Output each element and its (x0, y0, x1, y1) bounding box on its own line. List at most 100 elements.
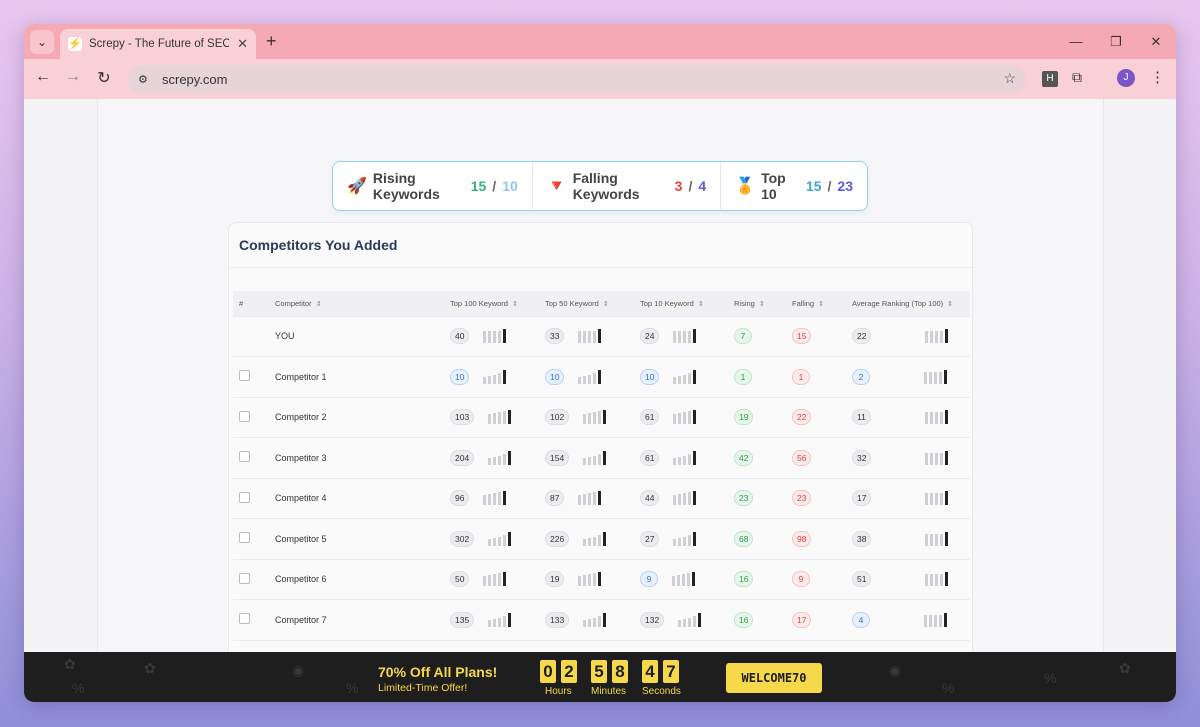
back-icon[interactable]: ← (32, 68, 54, 86)
profile-avatar[interactable]: J (1117, 69, 1135, 87)
trend-bar (588, 537, 592, 546)
trend-bar (693, 369, 697, 384)
rocket-icon: 🚀 (347, 178, 367, 195)
cell-rising: 105 (728, 639, 786, 652)
cell-falling: 17 (786, 599, 846, 640)
cell-checkbox (233, 437, 269, 478)
table-row[interactable]: Competitor 3 204 154 61 42 56 32 (233, 437, 970, 478)
table-row[interactable]: Competitor 1 10 10 10 1 1 2 (233, 356, 970, 397)
column-header[interactable]: Falling ⇕ (786, 291, 846, 316)
falling-value-badge: 9 (792, 571, 810, 588)
trend-bar (593, 492, 597, 506)
trend-bar (925, 574, 929, 587)
cell-content: 17 (792, 611, 846, 628)
cell-content: 204 (450, 449, 539, 466)
sort-icon[interactable]: ⇕ (316, 301, 322, 308)
row-checkbox[interactable] (239, 532, 250, 544)
falling-keywords-total: 4 (698, 178, 707, 194)
trend-bar (688, 372, 692, 384)
t100-value-badge: 50 (450, 571, 470, 588)
cell-t100: 135 (444, 599, 539, 640)
bookmark-star-icon[interactable]: ☆ (1003, 70, 1016, 87)
top10-separator: / (827, 178, 832, 194)
address-bar[interactable]: ⚙ screpy.com ☆ (128, 65, 1026, 93)
sort-icon[interactable]: ⇕ (512, 301, 518, 308)
cell-avg: 32 (846, 437, 970, 478)
row-checkbox[interactable] (239, 613, 250, 625)
trend-bar (678, 375, 682, 384)
trend-bar (945, 572, 949, 587)
new-tab-icon[interactable]: + (266, 31, 277, 52)
table-row[interactable]: Competitor 6 50 19 9 16 9 51 (233, 558, 970, 600)
trend-sparkline (673, 369, 697, 384)
site-settings-icon[interactable]: ⚙ (138, 73, 156, 86)
cell-t10: 61 (634, 437, 728, 478)
trend-sparkline (673, 531, 697, 546)
forward-icon[interactable]: → (62, 68, 84, 86)
browser-menu-icon[interactable]: ⋮ (1150, 68, 1165, 86)
column-header[interactable]: Top 50 Keyword ⇕ (539, 291, 634, 316)
cell-content: 11 (852, 409, 970, 426)
avg-value-badge: 11 (852, 409, 871, 426)
trend-bar (940, 533, 944, 546)
row-checkbox[interactable] (239, 410, 250, 422)
cell-t100: 50 (444, 558, 539, 600)
t50-value-badge: 10 (545, 368, 565, 385)
top10-value: 15 (805, 178, 822, 194)
extension-h-icon[interactable]: H (1042, 71, 1058, 87)
trend-sparkline (578, 491, 602, 506)
trend-bar (503, 534, 507, 546)
trend-bar (925, 331, 929, 344)
sort-icon[interactable]: ⇕ (698, 301, 704, 308)
trend-bar (935, 452, 939, 465)
cell-content: 56 (792, 449, 846, 466)
column-header[interactable]: Rising ⇕ (728, 291, 786, 316)
row-checkbox[interactable] (239, 451, 250, 463)
cell-content: 2 (852, 368, 970, 385)
sort-icon[interactable]: ⇕ (947, 301, 953, 308)
t10-value-badge: 10 (640, 368, 660, 385)
column-header[interactable]: Competitor ⇕ (269, 291, 444, 316)
close-window-icon[interactable]: ✕ (1136, 24, 1176, 59)
row-checkbox[interactable] (239, 572, 250, 584)
trend-bar (488, 575, 492, 587)
t50-value-badge: 133 (545, 611, 570, 628)
column-header[interactable]: Top 10 Keyword ⇕ (634, 291, 728, 316)
active-tab[interactable]: ⚡ Screpy - The Future of SEO, Pow ✕ (60, 29, 256, 59)
table-row[interactable]: Competitor 846933915910512331 (233, 639, 970, 652)
trend-bar (688, 411, 692, 425)
tab-search-dropdown-icon[interactable]: ⌄ (30, 30, 54, 54)
table-row[interactable]: Competitor 7 135 133 132 16 17 4 (233, 599, 970, 640)
trend-sparkline (678, 612, 702, 627)
row-checkbox[interactable] (239, 491, 250, 503)
cell-avg: 2 (846, 356, 970, 397)
falling-value-badge: 15 (792, 328, 812, 345)
restore-icon[interactable]: ❐ (1096, 24, 1136, 59)
competitors-title: Competitors You Added (239, 237, 398, 253)
column-header[interactable]: Top 100 Keyword ⇕ (444, 291, 539, 316)
row-checkbox[interactable] (239, 370, 250, 382)
trend-bar (583, 414, 587, 425)
close-tab-icon[interactable]: ✕ (237, 36, 248, 52)
extensions-puzzle-icon[interactable]: ⧉ (1072, 69, 1082, 86)
trend-bar (498, 331, 502, 344)
rising-keywords-stat: 🚀 Rising Keywords 15 / 10 (333, 162, 532, 210)
sort-icon[interactable]: ⇕ (603, 301, 609, 308)
table-row[interactable]: YOU 40 33 24 7 15 22 (233, 315, 970, 357)
coupon-code-button[interactable]: WELCOME70 (726, 663, 822, 693)
table-row[interactable]: Competitor 2 103 102 61 19 22 11 (233, 396, 970, 438)
cell-content: 9 (792, 571, 846, 588)
sort-icon[interactable]: ⇕ (759, 301, 765, 308)
minimize-icon[interactable]: — (1056, 24, 1096, 59)
reload-icon[interactable]: ↻ (93, 68, 115, 88)
table-row[interactable]: Competitor 4 96 87 44 23 23 17 (233, 477, 970, 519)
falling-rocket-icon: 🔻 (546, 178, 567, 195)
trend-bar (678, 413, 682, 425)
column-header[interactable]: Average Ranking (Top 100) ⇕ (846, 291, 970, 316)
falling-separator: / (688, 178, 693, 194)
table-row[interactable]: Competitor 5 302 226 27 68 98 38 (233, 518, 970, 559)
cell-content: 61 (640, 409, 728, 426)
trend-bar (498, 412, 502, 425)
sort-icon[interactable]: ⇕ (818, 301, 824, 308)
discount-badge-icon: % (72, 680, 85, 696)
